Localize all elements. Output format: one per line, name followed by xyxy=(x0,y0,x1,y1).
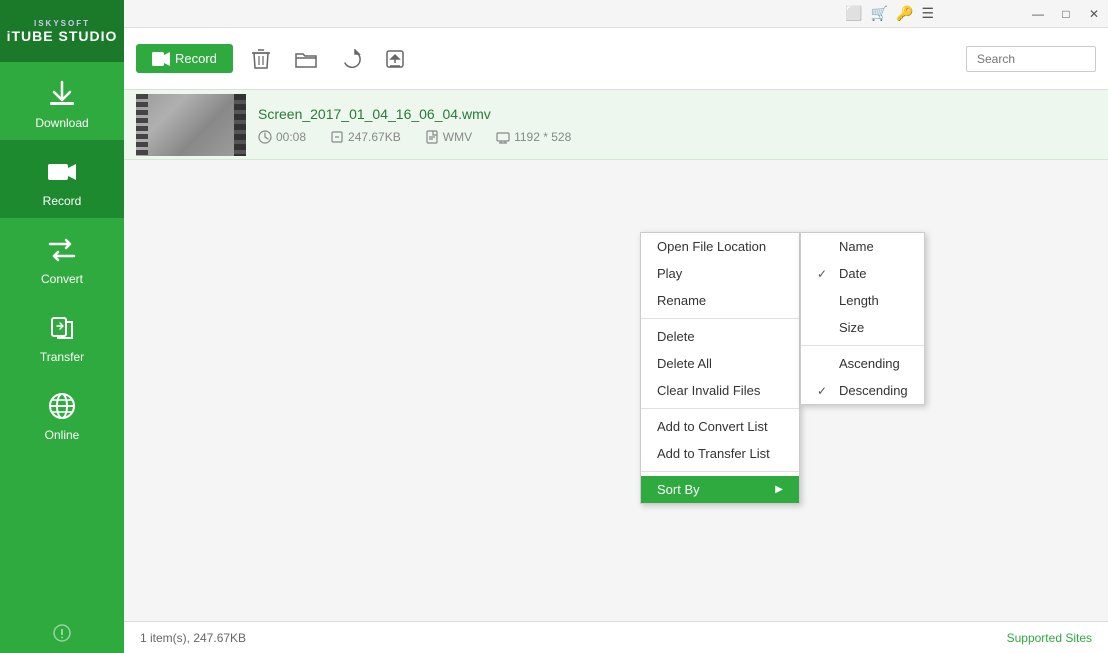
delete-button[interactable] xyxy=(245,44,277,74)
sort-descending[interactable]: ✓ Descending xyxy=(801,377,924,404)
convert-icon xyxy=(44,232,80,268)
format-icon xyxy=(425,130,439,144)
file-resolution: 1192 * 528 xyxy=(496,130,571,144)
sidebar-item-label-convert: Convert xyxy=(41,272,83,286)
titlebar-icons: ⬜ 🛒 🔑 ☰ xyxy=(124,5,1024,22)
export-button[interactable] xyxy=(379,45,411,73)
context-menu-separator-2 xyxy=(641,408,799,409)
file-info: Screen_2017_01_04_16_06_04.wmv 00:08 xyxy=(258,106,1096,144)
toolbar: Record xyxy=(124,28,1108,90)
main-panel: ⬜ 🛒 🔑 ☰ — □ ✕ Record xyxy=(124,0,1108,653)
context-menu: Open File Location Play Rename Delete De… xyxy=(640,232,800,504)
file-duration: 00:08 xyxy=(258,130,306,144)
file-name: Screen_2017_01_04_16_06_04.wmv xyxy=(258,106,1096,122)
clock-icon xyxy=(258,130,272,144)
app-logo: ISKYSOFT iTUBE STUDIO xyxy=(0,0,124,62)
sort-by-date[interactable]: ✓ Date xyxy=(801,260,924,287)
sidebar-item-download[interactable]: Download xyxy=(0,62,124,140)
check-name xyxy=(817,240,831,254)
status-bar: 1 item(s), 247.67KB Supported Sites xyxy=(124,621,1108,653)
sidebar-item-label-record: Record xyxy=(43,194,82,208)
menu-play[interactable]: Play xyxy=(641,260,799,287)
content-area: Screen_2017_01_04_16_06_04.wmv 00:08 xyxy=(124,90,1108,621)
sidebar-item-online[interactable]: Online xyxy=(0,374,124,452)
menu-delete-all[interactable]: Delete All xyxy=(641,350,799,377)
sort-by-length[interactable]: Length xyxy=(801,287,924,314)
check-date: ✓ xyxy=(817,267,831,281)
check-descending: ✓ xyxy=(817,384,831,398)
sidebar-item-record[interactable]: Record xyxy=(0,140,124,218)
folder-button[interactable] xyxy=(289,46,323,72)
size-icon xyxy=(330,130,344,144)
menu-open-file-location[interactable]: Open File Location xyxy=(641,233,799,260)
menu-delete[interactable]: Delete xyxy=(641,323,799,350)
sidebar-item-label-transfer: Transfer xyxy=(40,350,84,364)
supported-sites-link[interactable]: Supported Sites xyxy=(1007,631,1092,645)
record-btn-label: Record xyxy=(175,51,217,66)
file-format: WMV xyxy=(425,130,472,144)
record-button[interactable]: Record xyxy=(136,44,233,73)
menu-add-convert[interactable]: Add to Convert List xyxy=(641,413,799,440)
file-meta: 00:08 247.67KB xyxy=(258,130,1096,144)
refresh-button[interactable] xyxy=(335,45,367,73)
file-row[interactable]: Screen_2017_01_04_16_06_04.wmv 00:08 xyxy=(124,90,1108,160)
minimize-button[interactable]: — xyxy=(1024,0,1052,28)
menu-icon[interactable]: ☰ xyxy=(921,5,934,22)
check-size xyxy=(817,321,831,335)
cart-icon[interactable]: 🛒 xyxy=(871,5,888,22)
sort-submenu: Name ✓ Date Length Size Ascending xyxy=(800,232,925,405)
logo-bottom: iTUBE STUDIO xyxy=(7,28,118,44)
menu-add-transfer[interactable]: Add to Transfer List xyxy=(641,440,799,467)
key-icon[interactable]: 🔑 xyxy=(896,5,913,22)
sort-ascending[interactable]: Ascending xyxy=(801,350,924,377)
menu-clear-invalid[interactable]: Clear Invalid Files xyxy=(641,377,799,404)
sidebar-item-label-online: Online xyxy=(45,428,80,442)
media-icon[interactable]: ⬜ xyxy=(845,5,862,22)
context-menu-separator-3 xyxy=(641,471,799,472)
download-icon xyxy=(44,76,80,112)
sidebar-item-convert[interactable]: Convert xyxy=(0,218,124,296)
sort-by-name[interactable]: Name xyxy=(801,233,924,260)
resolution-icon xyxy=(496,130,510,144)
online-icon xyxy=(44,388,80,424)
submenu-separator xyxy=(801,345,924,346)
sidebar: ISKYSOFT iTUBE STUDIO Download Record xyxy=(0,0,124,653)
menu-rename[interactable]: Rename xyxy=(641,287,799,314)
file-size: 247.67KB xyxy=(330,130,401,144)
record-icon xyxy=(44,154,80,190)
window-controls: — □ ✕ xyxy=(1024,0,1108,28)
transfer-icon xyxy=(44,310,80,346)
sidebar-item-label-download: Download xyxy=(35,116,88,130)
context-menu-separator-1 xyxy=(641,318,799,319)
check-length xyxy=(817,294,831,308)
status-text: 1 item(s), 247.67KB xyxy=(140,631,246,645)
sort-by-size[interactable]: Size xyxy=(801,314,924,341)
close-button[interactable]: ✕ xyxy=(1080,0,1108,28)
file-thumbnail xyxy=(136,94,246,156)
logo-top: ISKYSOFT xyxy=(34,19,90,28)
menu-sort-by[interactable]: Sort By xyxy=(641,476,799,503)
search-input[interactable] xyxy=(966,46,1096,72)
check-ascending xyxy=(817,357,831,371)
maximize-button[interactable]: □ xyxy=(1052,0,1080,28)
sidebar-item-transfer[interactable]: Transfer xyxy=(0,296,124,374)
record-btn-icon xyxy=(152,52,170,66)
